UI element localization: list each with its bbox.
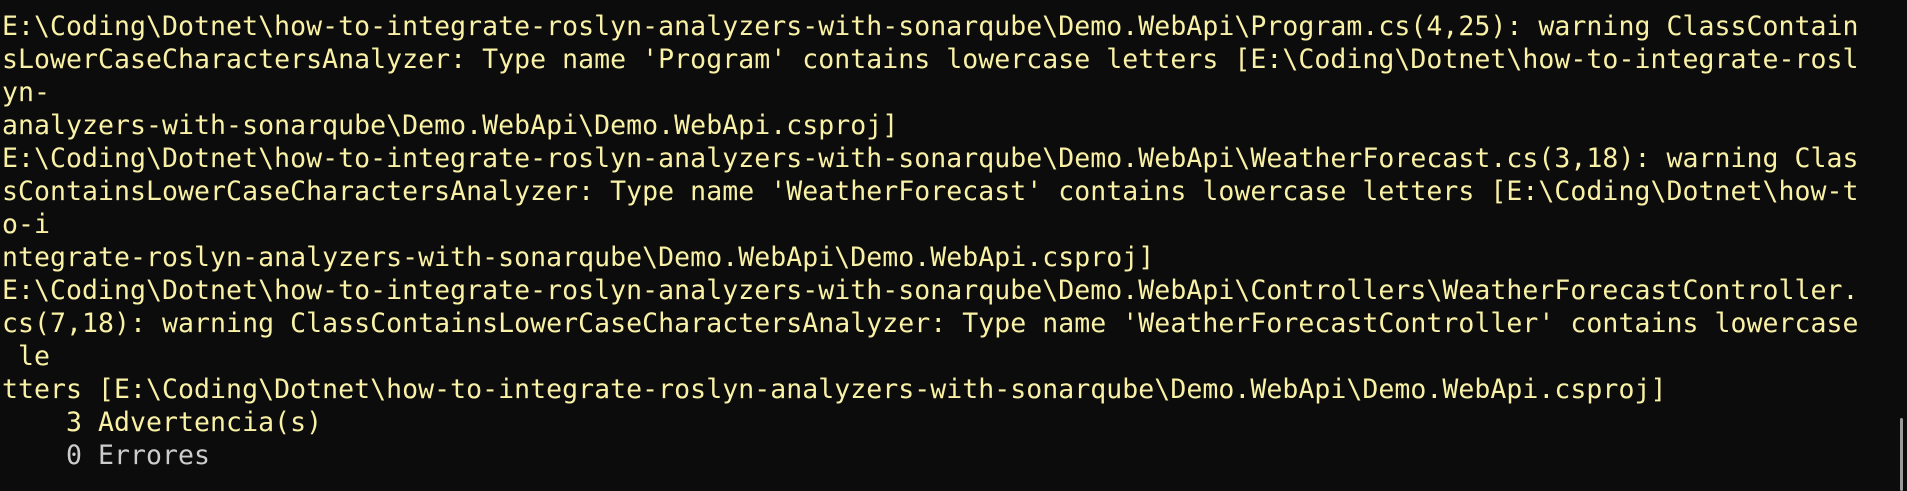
terminal-window[interactable]: E:\Coding\Dotnet\how-to-integrate-roslyn… — [0, 0, 1907, 491]
warning-line: E:\Coding\Dotnet\how-to-integrate-roslyn… — [2, 143, 1859, 174]
warning-line: o-i — [2, 209, 51, 240]
warning-line: le — [2, 341, 51, 372]
warning-line: E:\Coding\Dotnet\how-to-integrate-roslyn… — [2, 275, 1859, 306]
warnings-count: 3 Advertencia(s) — [2, 407, 323, 438]
terminal-output: E:\Coding\Dotnet\how-to-integrate-roslyn… — [2, 10, 1859, 472]
warning-line: sContainsLowerCaseCharactersAnalyzer: Ty… — [2, 176, 1859, 207]
errors-count: 0 Errores — [2, 440, 211, 471]
warning-line: tters [E:\Coding\Dotnet\how-to-integrate… — [2, 374, 1667, 405]
warning-line: cs(7,18): warning ClassContainsLowerCase… — [2, 308, 1859, 339]
warning-line: ntegrate-roslyn-analyzers-with-sonarqube… — [2, 242, 1155, 273]
scrollbar[interactable] — [1900, 418, 1903, 491]
warning-line: E:\Coding\Dotnet\how-to-integrate-roslyn… — [2, 11, 1859, 42]
warning-line: sLowerCaseCharactersAnalyzer: Type name … — [2, 44, 1859, 75]
warning-line: yn- — [2, 77, 51, 108]
warning-line: analyzers-with-sonarqube\Demo.WebApi\Dem… — [2, 110, 899, 141]
